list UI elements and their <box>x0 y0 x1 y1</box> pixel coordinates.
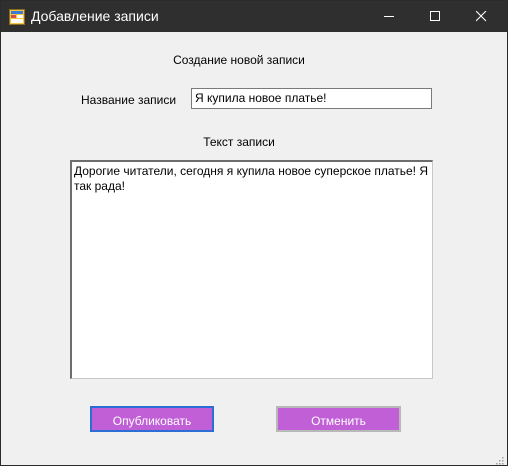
close-icon <box>476 11 487 22</box>
form-heading: Создание новой записи <box>173 53 305 67</box>
minimize-button[interactable] <box>366 1 412 32</box>
maximize-button[interactable] <box>412 1 458 32</box>
cancel-button[interactable]: Отменить <box>276 406 401 432</box>
close-button[interactable] <box>458 1 504 32</box>
text-label: Текст записи <box>203 135 275 149</box>
resize-grip-icon[interactable] <box>494 452 504 465</box>
maximize-icon <box>430 11 440 21</box>
title-bar[interactable]: Добавление записи <box>1 1 507 32</box>
minimize-icon <box>384 16 394 17</box>
app-form-icon[interactable] <box>9 9 25 25</box>
app-window: Добавление записи Создание новой записи … <box>0 0 508 466</box>
window-title: Добавление записи <box>31 8 159 24</box>
title-label: Название записи <box>81 93 177 107</box>
text-area[interactable]: Дорогие читатели, сегодня я купила новое… <box>70 160 433 379</box>
publish-button[interactable]: Опубликовать <box>90 406 214 432</box>
form-client-area: Создание новой записи Название записи Я … <box>1 32 507 465</box>
title-input[interactable]: Я купила новое платье! <box>191 88 432 109</box>
